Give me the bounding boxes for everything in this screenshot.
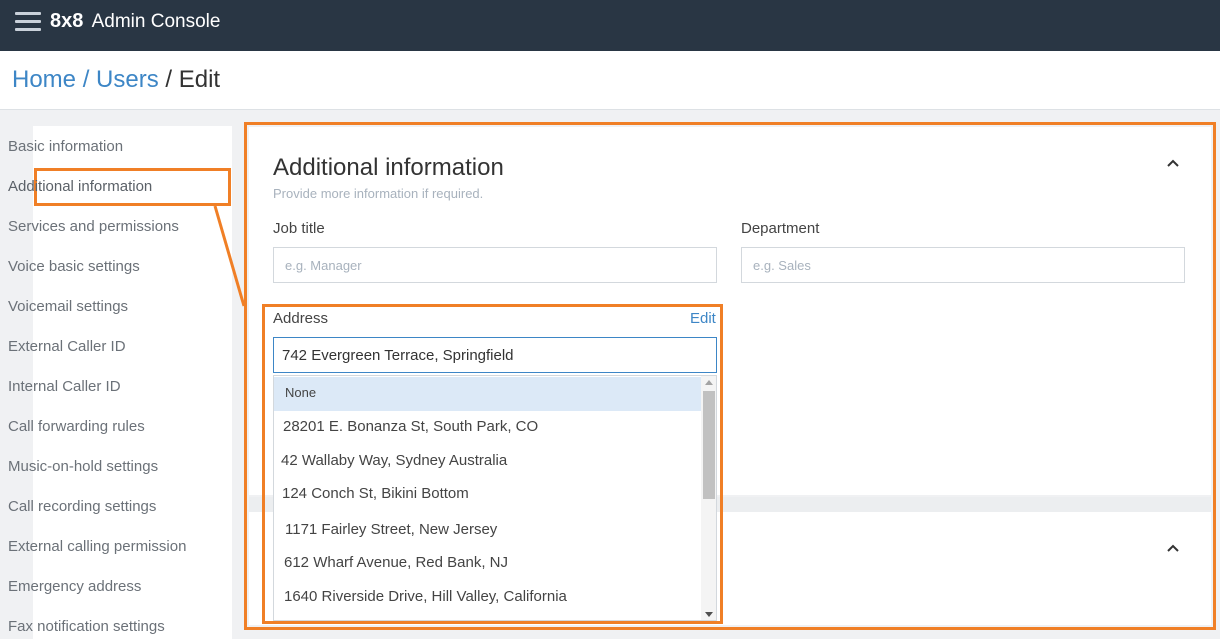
sidebar-item-external-calling-permission[interactable]: External calling permission bbox=[8, 538, 186, 555]
sidebar-item-external-caller-id[interactable]: External Caller ID bbox=[8, 338, 126, 355]
sidebar-item-fax-notification-settings[interactable]: Fax notification settings bbox=[8, 618, 165, 635]
app-brand[interactable]: 8x8 Admin Console bbox=[50, 10, 220, 33]
sidebar-item-basic-information[interactable]: Basic information bbox=[8, 138, 123, 155]
breadcrumb-current: Edit bbox=[178, 66, 221, 93]
breadcrumb-separator: / bbox=[82, 66, 90, 93]
breadcrumb: Home / Users / Edit bbox=[12, 66, 220, 94]
breadcrumb-users[interactable]: Users bbox=[96, 66, 159, 93]
hamburger-menu-icon[interactable] bbox=[15, 11, 41, 33]
breadcrumb-separator: / bbox=[165, 66, 173, 93]
top-bar: 8x8 Admin Console bbox=[0, 0, 1220, 51]
app-name: Admin Console bbox=[91, 11, 221, 32]
sidebar-item-music-on-hold-settings[interactable]: Music-on-hold settings bbox=[8, 458, 158, 475]
sidebar-item-additional-information[interactable]: Additional information bbox=[8, 178, 152, 195]
breadcrumb-home[interactable]: Home bbox=[12, 66, 76, 93]
department-input[interactable] bbox=[741, 247, 1185, 283]
sidebar-item-call-recording-settings[interactable]: Call recording settings bbox=[8, 498, 156, 515]
sidebar-item-call-forwarding-rules[interactable]: Call forwarding rules bbox=[8, 418, 145, 435]
sidebar-item-voice-basic-settings[interactable]: Voice basic settings bbox=[8, 258, 140, 275]
sidebar-item-services-and-permissions[interactable]: Services and permissions bbox=[8, 218, 179, 235]
department-label: Department bbox=[741, 220, 820, 237]
section-subtitle: Provide more information if required. bbox=[273, 186, 484, 201]
job-title-input[interactable] bbox=[273, 247, 717, 283]
section-title: Additional information bbox=[273, 154, 504, 181]
job-title-label: Job title bbox=[273, 220, 325, 237]
address-annotation bbox=[262, 304, 723, 624]
collapse-chevron-up-icon[interactable] bbox=[1166, 541, 1180, 555]
sidebar-item-voicemail-settings[interactable]: Voicemail settings bbox=[8, 298, 128, 315]
sidebar-item-emergency-address[interactable]: Emergency address bbox=[8, 578, 141, 595]
logo: 8x8 bbox=[50, 10, 84, 32]
sidebar-item-internal-caller-id[interactable]: Internal Caller ID bbox=[8, 378, 121, 395]
collapse-chevron-up-icon[interactable] bbox=[1166, 156, 1180, 170]
